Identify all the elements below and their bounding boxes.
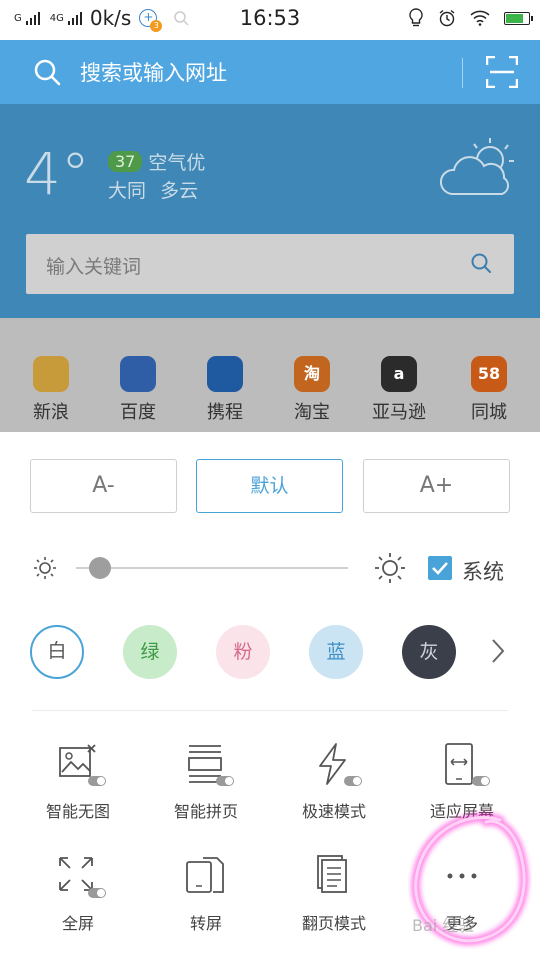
reading-settings-panel: A- 默认 A+ 系统 白 绿 粉 蓝 灰 智能无图 智能拼页 极速模式 适应屏…	[0, 432, 540, 960]
air-quality-text: 空气优	[148, 152, 206, 174]
signal-icon	[25, 11, 40, 25]
option-page-turn[interactable]: 翻页模式	[274, 854, 394, 934]
option-label: 智能无图	[45, 802, 110, 821]
quick-link-label: 携程	[207, 402, 243, 423]
bulb-icon	[409, 8, 423, 27]
amazon-icon: a	[381, 356, 417, 392]
network-speed: 0k/s	[89, 6, 132, 30]
fit-screen-icon	[440, 742, 490, 786]
quick-link-sina[interactable]: 新浪	[11, 356, 91, 424]
download-notification-icon: +3	[139, 9, 163, 32]
header-divider	[462, 58, 463, 88]
address-bar[interactable]: 搜索或输入网址	[0, 40, 540, 104]
location-weather: 大同 多云	[108, 176, 198, 203]
toggle-off	[88, 888, 106, 898]
keyword-placeholder: 输入关键词	[46, 256, 142, 278]
toggle-off	[472, 776, 490, 786]
brightness-low-icon	[34, 557, 56, 579]
page-merge-icon	[184, 742, 234, 786]
theme-green[interactable]: 绿	[123, 625, 177, 679]
toggle-off	[88, 776, 106, 786]
notification-badge: 3	[150, 20, 163, 32]
quick-link-label: 淘宝	[294, 402, 330, 423]
network-type-2: 4G	[49, 12, 64, 24]
toggle-off	[344, 776, 362, 786]
option-no-image[interactable]: 智能无图	[18, 742, 138, 822]
battery-level	[506, 13, 523, 23]
quick-link-label: 新浪	[33, 402, 69, 423]
divider	[32, 710, 508, 711]
search-icon[interactable]	[470, 252, 492, 274]
quick-link-ctrip[interactable]: 携程	[185, 356, 265, 424]
quick-link-58[interactable]: 58 同城	[449, 356, 529, 424]
brightness-row: 系统	[0, 544, 540, 594]
lightning-icon	[312, 742, 362, 786]
baidu-icon	[120, 356, 156, 392]
network-type-1: G	[14, 12, 22, 24]
option-label: 适应屏幕	[429, 802, 494, 821]
theme-blue[interactable]: 蓝	[309, 625, 363, 679]
alarm-icon	[439, 9, 455, 27]
weather-card[interactable]: 4° 37 空气优 大同 多云 输入关键词	[0, 104, 540, 318]
air-quality: 37 空气优	[108, 148, 205, 175]
quick-link-label: 亚马逊	[372, 402, 426, 423]
theme-gray[interactable]: 灰	[402, 625, 456, 679]
option-fullscreen[interactable]: 全屏	[18, 854, 138, 934]
font-increase-button[interactable]: A+	[363, 459, 510, 513]
option-label: 全屏	[61, 914, 94, 933]
more-icon	[440, 854, 484, 898]
weather-condition: 多云	[160, 180, 199, 202]
signal-icon-2	[67, 11, 82, 25]
theme-white[interactable]: 白	[30, 625, 84, 679]
no-image-icon	[56, 742, 106, 786]
address-placeholder[interactable]: 搜索或输入网址	[80, 57, 227, 87]
taobao-icon: 淘	[294, 356, 330, 392]
system-brightness-checkbox[interactable]	[428, 556, 452, 580]
check-icon	[432, 562, 448, 575]
battery-icon	[504, 11, 533, 25]
toggle-off	[216, 776, 234, 786]
quick-link-label: 同城	[471, 402, 507, 423]
aqi-badge: 37	[108, 151, 143, 172]
city-name: 大同	[108, 180, 147, 202]
brightness-slider[interactable]	[76, 567, 348, 569]
ctrip-icon	[207, 356, 243, 392]
quick-links: 新浪 百度 携程 淘 淘宝 a 亚马逊 58 同城	[0, 318, 540, 432]
option-fit-screen[interactable]: 适应屏幕	[402, 742, 522, 822]
quick-link-taobao[interactable]: 淘 淘宝	[272, 356, 352, 424]
partly-cloudy-icon	[440, 138, 514, 195]
brightness-high-icon	[375, 553, 405, 583]
option-label: 极速模式	[301, 802, 366, 821]
system-brightness-label: 系统	[462, 560, 504, 584]
fullscreen-icon	[56, 854, 106, 898]
quick-link-label: 百度	[120, 402, 156, 423]
search-status-icon	[174, 11, 189, 26]
theme-pink[interactable]: 粉	[216, 625, 270, 679]
search-icon	[34, 59, 61, 86]
option-fast-mode[interactable]: 极速模式	[274, 742, 394, 822]
option-label: 转屏	[189, 914, 222, 933]
quick-link-baidu[interactable]: 百度	[98, 356, 178, 424]
scan-icon[interactable]	[486, 56, 518, 88]
sina-icon	[33, 356, 69, 392]
wifi-icon	[470, 10, 490, 26]
rotate-screen-icon	[184, 854, 228, 898]
temperature: 4°	[24, 140, 90, 208]
keyword-search-box[interactable]: 输入关键词	[26, 234, 514, 294]
status-bar: G 4G 0k/s +3 16:53	[0, 0, 540, 40]
quick-link-amazon[interactable]: a 亚马逊	[359, 356, 439, 424]
58-icon: 58	[471, 356, 507, 392]
chevron-right-icon[interactable]	[490, 637, 506, 665]
option-label: 翻页模式	[301, 914, 366, 933]
brightness-slider-handle[interactable]	[89, 557, 112, 579]
option-page-merge[interactable]: 智能拼页	[146, 742, 266, 822]
font-decrease-button[interactable]: A-	[30, 459, 177, 513]
option-rotate-screen[interactable]: 转屏	[146, 854, 266, 934]
page-turn-icon	[312, 854, 356, 898]
option-label: 智能拼页	[173, 802, 238, 821]
font-default-button[interactable]: 默认	[196, 459, 343, 513]
watermark: Bai 经验	[412, 916, 475, 935]
